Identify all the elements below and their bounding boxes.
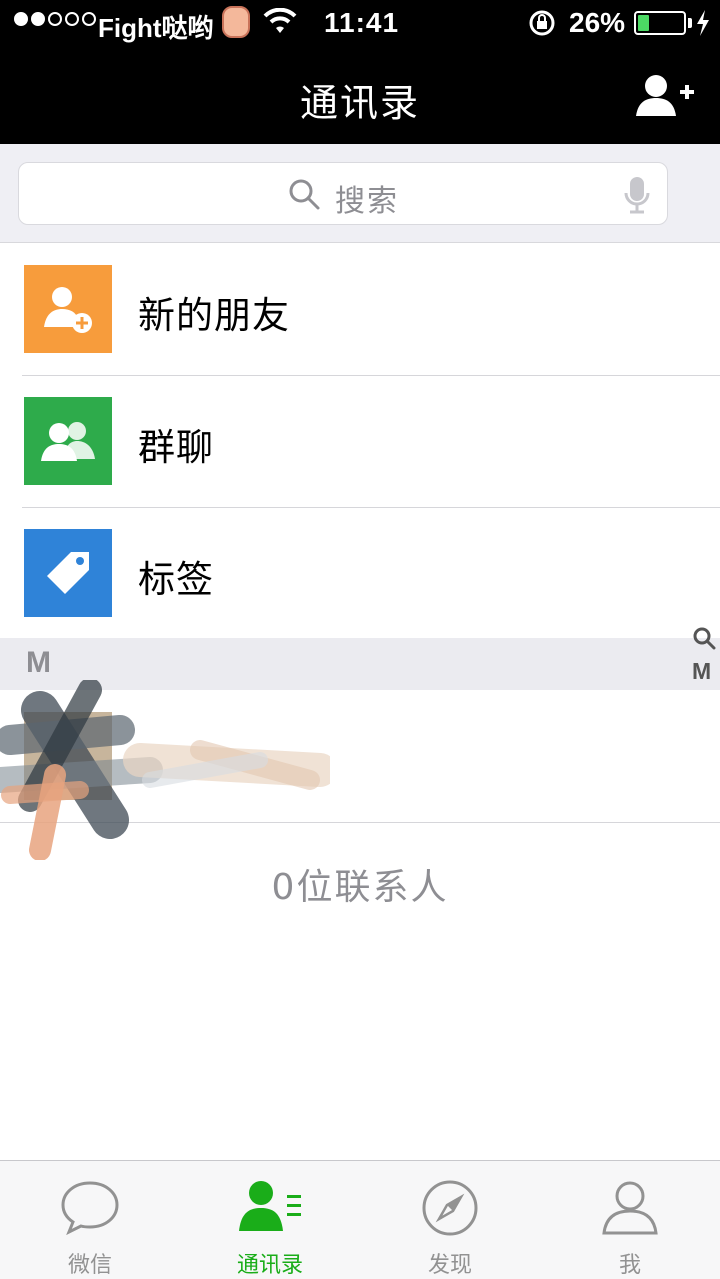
search-placeholder: 搜索: [335, 184, 399, 219]
tab-discover-label: 发现: [427, 1253, 472, 1278]
search-input[interactable]: 搜索: [18, 162, 668, 225]
battery-tip: [688, 18, 692, 28]
carrier-name: Fight哒哟: [98, 13, 214, 43]
tab-me-label: 我: [618, 1253, 641, 1278]
signal-dot: [14, 12, 28, 26]
tag-icon: [24, 529, 112, 617]
contact-row[interactable]: [0, 690, 720, 823]
index-letter-m[interactable]: M: [692, 658, 711, 685]
tags-row[interactable]: 标签: [0, 507, 720, 639]
add-contact-button[interactable]: [636, 72, 696, 120]
new-friend-icon: [24, 265, 112, 353]
chat-bubble-icon: [61, 1181, 119, 1235]
wifi-icon: [263, 8, 297, 33]
battery-fill: [638, 15, 649, 31]
nav-bar: 通讯录: [0, 46, 720, 144]
emoji-icon: [222, 6, 250, 38]
tags-label: 标签: [138, 558, 214, 601]
tab-chats-label: 微信: [67, 1253, 112, 1278]
search-icon: [289, 179, 320, 210]
tab-me[interactable]: 我: [540, 1161, 720, 1279]
battery-percent: 26%: [569, 7, 626, 38]
search-area: 搜索: [0, 144, 720, 243]
signal-dot: [31, 12, 45, 26]
group-chat-row[interactable]: 群聊: [0, 375, 720, 507]
microphone-icon[interactable]: [623, 175, 651, 215]
add-user-icon: [636, 75, 694, 116]
new-friends-label: 新的朋友: [138, 294, 290, 337]
section-header: M: [0, 638, 720, 690]
page-title: 通讯录: [299, 81, 420, 125]
tab-chats[interactable]: 微信: [0, 1161, 180, 1279]
compass-icon: [422, 1180, 478, 1236]
charging-icon: [697, 10, 709, 36]
signal-strength: [14, 12, 96, 26]
signal-dot: [48, 12, 62, 26]
status-bar: Fight哒哟 11:41 26%: [0, 0, 720, 46]
signal-dot: [82, 12, 96, 26]
tab-discover[interactable]: 发现: [360, 1161, 540, 1279]
index-search-icon[interactable]: [692, 626, 716, 650]
contact-count: 0位联系人: [271, 867, 449, 908]
group-chat-label: 群聊: [138, 426, 214, 469]
avatar: [24, 712, 112, 800]
clock: 11:41: [324, 7, 400, 38]
rotation-lock-icon: [529, 10, 555, 36]
group-chat-icon: [24, 397, 112, 485]
contacts-icon: [239, 1181, 301, 1231]
profile-icon: [602, 1181, 658, 1235]
battery-icon: [634, 11, 686, 35]
tab-contacts[interactable]: 通讯录: [180, 1161, 360, 1279]
new-friends-row[interactable]: 新的朋友: [0, 243, 720, 375]
signal-dot: [65, 12, 79, 26]
tab-contacts-label: 通讯录: [236, 1253, 303, 1278]
tab-bar: 微信 通讯录 发现 我: [0, 1160, 720, 1279]
section-letter: M: [26, 646, 51, 679]
feature-list: 新的朋友 群聊 标签: [0, 243, 720, 639]
